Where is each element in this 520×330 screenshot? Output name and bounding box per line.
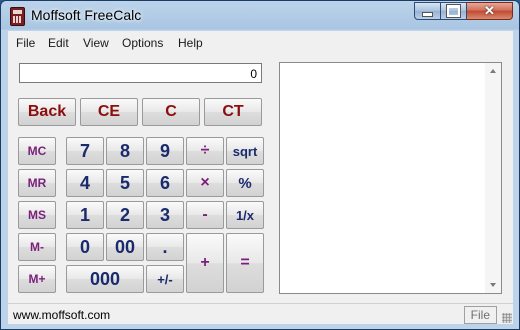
add-button[interactable]: + xyxy=(186,233,224,293)
sqrt-button[interactable]: sqrt xyxy=(226,137,264,165)
calculator-window: Moffsoft FreeCalc ✕ File Edit View Optio… xyxy=(0,0,520,330)
digit-1-button[interactable]: 1 xyxy=(66,201,104,229)
digit-5-button[interactable]: 5 xyxy=(106,169,144,197)
maximize-icon xyxy=(446,4,461,18)
digit-00-button[interactable]: 00 xyxy=(106,233,144,261)
caption-buttons: ✕ xyxy=(414,2,513,21)
close-icon: ✕ xyxy=(484,3,495,18)
memory-add-button[interactable]: M+ xyxy=(18,265,56,293)
memory-store-button[interactable]: MS xyxy=(18,201,56,229)
window-title: Moffsoft FreeCalc xyxy=(31,7,142,23)
clear-tape-button[interactable]: CT xyxy=(204,98,262,126)
tape-scrollbar[interactable] xyxy=(485,63,501,293)
memory-recall-button[interactable]: MR xyxy=(18,169,56,197)
menu-help[interactable]: Help xyxy=(178,36,203,50)
title-bar[interactable]: Moffsoft FreeCalc ✕ xyxy=(1,1,519,30)
digit-3-button[interactable]: 3 xyxy=(146,201,184,229)
memory-clear-button[interactable]: MC xyxy=(18,137,56,165)
calculator-display[interactable]: 0 xyxy=(19,63,262,83)
digit-4-button[interactable]: 4 xyxy=(66,169,104,197)
minimize-icon xyxy=(422,11,433,17)
digit-0-button[interactable]: 0 xyxy=(66,233,104,261)
minimize-button[interactable] xyxy=(414,2,441,20)
clear-button[interactable]: C xyxy=(142,98,200,126)
equals-button[interactable]: = xyxy=(226,233,264,293)
menu-edit[interactable]: Edit xyxy=(48,36,69,50)
client-area: File Edit View Options Help 0 Back CE C … xyxy=(8,31,513,324)
digit-6-button[interactable]: 6 xyxy=(146,169,184,197)
back-button[interactable]: Back xyxy=(18,98,76,126)
divide-button[interactable]: ÷ xyxy=(186,137,224,165)
percent-button[interactable]: % xyxy=(226,169,264,197)
menu-options[interactable]: Options xyxy=(122,36,163,50)
clear-entry-button[interactable]: CE xyxy=(80,98,138,126)
menu-view[interactable]: View xyxy=(83,36,109,50)
decimal-point-button[interactable]: . xyxy=(146,233,184,261)
status-website-link[interactable]: www.moffsoft.com xyxy=(13,308,110,322)
menu-file[interactable]: File xyxy=(16,36,35,50)
scroll-down-arrow-icon[interactable] xyxy=(490,283,496,287)
digit-2-button[interactable]: 2 xyxy=(106,201,144,229)
close-button[interactable]: ✕ xyxy=(467,2,513,20)
scroll-up-arrow-icon[interactable] xyxy=(490,69,496,73)
digit-8-button[interactable]: 8 xyxy=(106,137,144,165)
status-file-panel: File xyxy=(463,306,497,324)
multiply-button[interactable]: × xyxy=(186,169,224,197)
digit-000-button[interactable]: 000 xyxy=(66,265,144,293)
resize-grip-icon[interactable] xyxy=(502,313,512,323)
plus-minus-button[interactable]: +/- xyxy=(146,265,184,293)
subtract-button[interactable]: - xyxy=(186,201,224,229)
tape-panel[interactable] xyxy=(279,62,502,294)
menu-bar: File Edit View Options Help xyxy=(8,31,513,53)
digit-9-button[interactable]: 9 xyxy=(146,137,184,165)
memory-subtract-button[interactable]: M- xyxy=(18,233,56,261)
status-bar: www.moffsoft.com File xyxy=(8,303,513,324)
maximize-button[interactable] xyxy=(441,2,467,20)
digit-7-button[interactable]: 7 xyxy=(66,137,104,165)
reciprocal-button[interactable]: 1/x xyxy=(226,201,264,229)
calculator-app-icon[interactable] xyxy=(10,7,25,26)
